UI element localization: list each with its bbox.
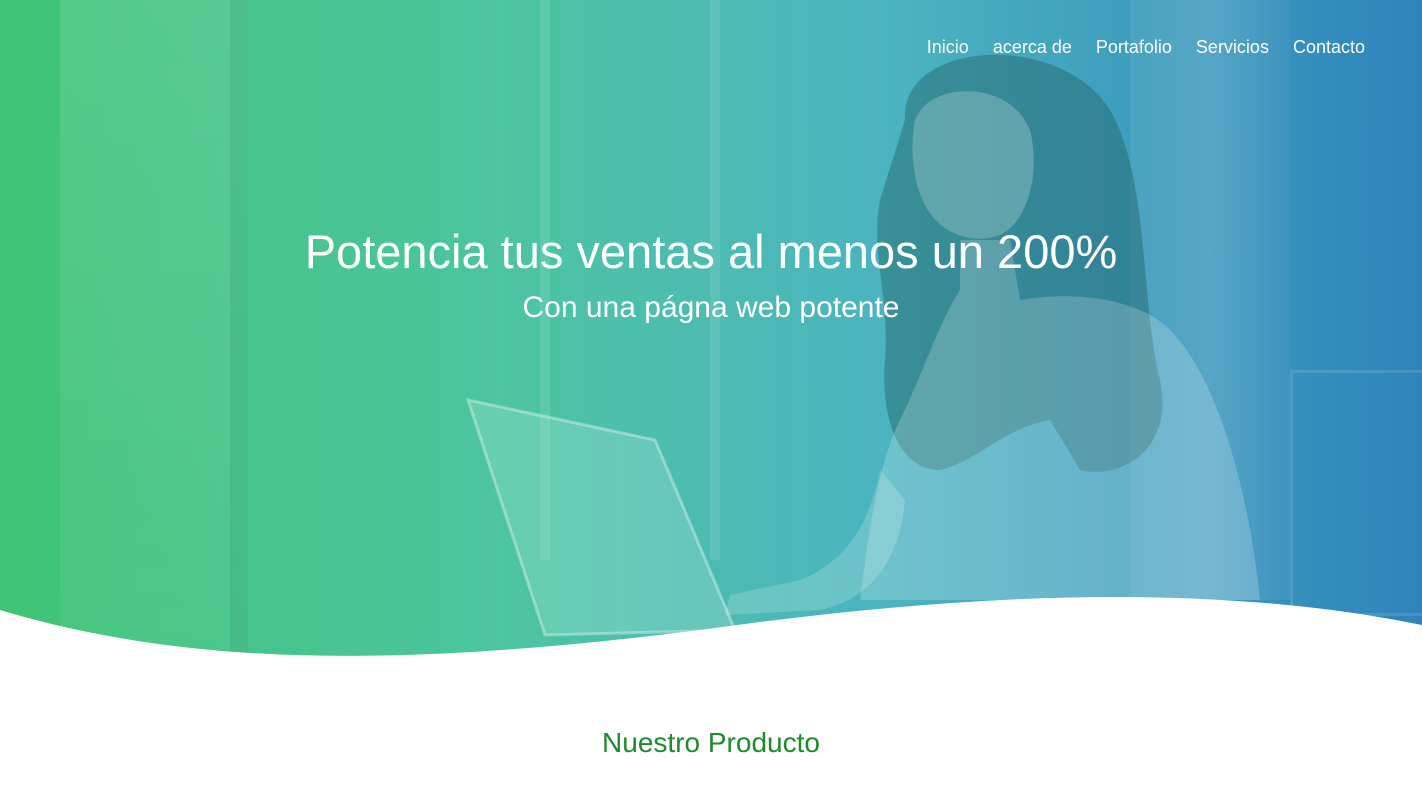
main-nav: Inicio acerca de Portafolio Servicios Co… — [915, 34, 1365, 60]
nav-item-portafolio[interactable]: Portafolio — [1084, 34, 1184, 60]
woman-with-laptop-photo — [465, 54, 1260, 637]
nav-item-acerca-de[interactable]: acerca de — [981, 34, 1084, 60]
hero-wave-divider — [0, 597, 1422, 680]
nav-item-servicios[interactable]: Servicios — [1184, 34, 1281, 60]
nav-item-inicio[interactable]: Inicio — [915, 34, 981, 60]
hero-subtitle: Con una págna web potente — [522, 291, 900, 324]
page: Inicio acerca de Portafolio Servicios Co… — [0, 0, 1422, 786]
section-title-nuestro-producto: Nuestro Producto — [602, 727, 820, 758]
hero-title: Potencia tus ventas al menos un 200% — [304, 225, 1118, 278]
nav-item-contacto[interactable]: Contacto — [1281, 34, 1365, 60]
hero-banner: Inicio acerca de Portafolio Servicios Co… — [0, 0, 1422, 670]
